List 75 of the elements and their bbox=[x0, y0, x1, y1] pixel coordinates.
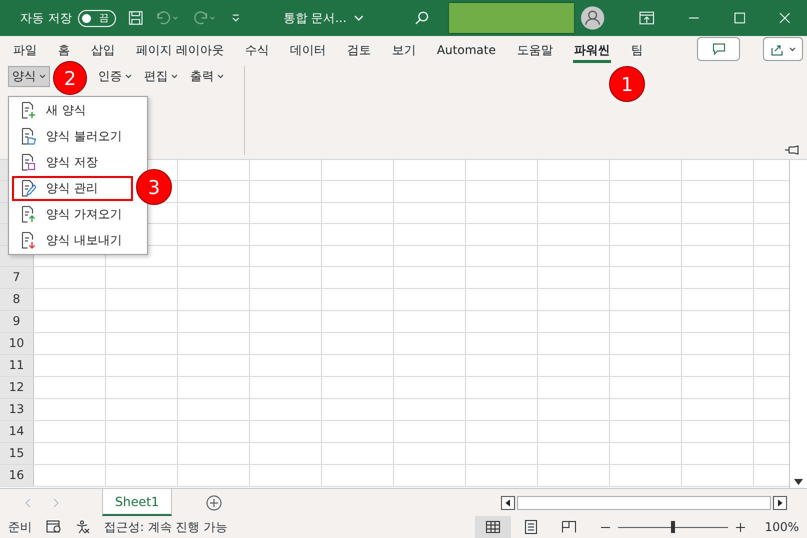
sheet-tab[interactable]: Sheet1 bbox=[102, 488, 172, 516]
menu-item[interactable]: 양식 가져오기 bbox=[12, 202, 133, 227]
ribbon-tab[interactable]: 파워씬 bbox=[572, 38, 611, 62]
caret-icon bbox=[217, 74, 224, 79]
menu-item[interactable]: 양식 불러오기 bbox=[12, 124, 133, 149]
share-icon bbox=[770, 42, 784, 56]
share-button[interactable] bbox=[763, 37, 803, 61]
ribbon-tab[interactable]: 수식 bbox=[244, 38, 270, 62]
search-box[interactable] bbox=[448, 2, 576, 34]
document-icon bbox=[22, 180, 36, 197]
customize-icon[interactable] bbox=[230, 12, 242, 24]
ribbon-tab[interactable]: 보기 bbox=[390, 38, 417, 62]
ribbon-tab[interactable]: 파일 bbox=[12, 38, 38, 62]
step-badge: 1 bbox=[609, 66, 645, 102]
document-icon bbox=[22, 232, 36, 249]
ribbon-tab[interactable]: 검토 bbox=[346, 38, 372, 62]
document-icon bbox=[22, 154, 36, 171]
pin-icon[interactable] bbox=[785, 145, 801, 155]
menu-item[interactable]: 양식 관리 bbox=[12, 176, 133, 201]
zoom-in-icon[interactable] bbox=[736, 522, 745, 532]
caret-icon bbox=[171, 74, 178, 79]
undo-icon[interactable] bbox=[155, 10, 180, 26]
document-icon bbox=[22, 128, 36, 145]
ribbon-tab[interactable]: 삽입 bbox=[90, 38, 116, 62]
row-header[interactable]: 9 bbox=[0, 310, 34, 332]
caret-icon bbox=[788, 46, 796, 52]
ribbon-tab[interactable]: 팀 bbox=[630, 38, 644, 62]
scroll-left-icon[interactable] bbox=[24, 498, 32, 508]
search-icon[interactable] bbox=[414, 10, 430, 26]
step-badge: 2 bbox=[53, 61, 87, 95]
menu-item[interactable]: 양식 내보내기 bbox=[12, 228, 133, 253]
ribbon-display-icon[interactable] bbox=[638, 11, 654, 25]
document-icon bbox=[22, 102, 36, 119]
scroll-right-icon[interactable] bbox=[52, 498, 60, 508]
ribbon-dropdown[interactable]: 인증 bbox=[94, 66, 136, 87]
zoom-percent[interactable]: 100% bbox=[764, 520, 799, 534]
maximize-icon[interactable] bbox=[734, 12, 746, 24]
autosave-label: 자동 저장 bbox=[20, 10, 72, 26]
row-header[interactable]: 12 bbox=[0, 376, 34, 398]
row-header[interactable]: 13 bbox=[0, 398, 34, 420]
row-header[interactable]: 15 bbox=[0, 442, 34, 464]
macro-icon[interactable] bbox=[46, 520, 62, 534]
add-sheet-icon[interactable] bbox=[206, 494, 222, 510]
row-header[interactable]: 8 bbox=[0, 288, 34, 310]
menu-item[interactable]: 양식 저장 bbox=[12, 150, 133, 175]
down-arrow-icon[interactable] bbox=[794, 479, 803, 485]
row-header[interactable]: 7 bbox=[0, 266, 34, 288]
menu-item[interactable]: 새 양식 bbox=[12, 98, 133, 123]
caret-icon bbox=[39, 74, 46, 79]
save-icon[interactable] bbox=[128, 10, 144, 26]
document-icon bbox=[22, 206, 36, 223]
horizontal-scrollbar[interactable] bbox=[517, 496, 771, 510]
status-text: 준비 bbox=[8, 518, 32, 536]
document-title[interactable]: 통합 문서... bbox=[283, 10, 347, 26]
ribbon-tab[interactable]: 페이지 레이아웃 bbox=[135, 38, 225, 62]
ribbon-dropdown[interactable]: 편집 bbox=[140, 66, 182, 87]
comments-button[interactable] bbox=[697, 37, 740, 61]
ribbon-tab[interactable]: 데이터 bbox=[288, 38, 327, 62]
accessibility-icon[interactable] bbox=[76, 520, 90, 534]
row-header[interactable]: 10 bbox=[0, 332, 34, 354]
autosave-toggle[interactable]: 끔 bbox=[78, 10, 116, 26]
accessibility-status[interactable]: 접근성: 계속 진행 가능 bbox=[104, 518, 228, 536]
row-header[interactable]: 11 bbox=[0, 354, 34, 376]
comment-icon bbox=[712, 42, 726, 56]
caret-icon bbox=[125, 74, 132, 79]
avatar-icon[interactable] bbox=[581, 6, 605, 30]
ribbon-tab[interactable]: 도움말 bbox=[516, 38, 554, 62]
ribbon-dropdown[interactable]: 양식 bbox=[8, 66, 50, 87]
ribbon-tab[interactable]: 홈 bbox=[57, 38, 71, 62]
ribbon-tab[interactable]: Automate bbox=[436, 40, 497, 61]
row-header[interactable]: 14 bbox=[0, 420, 34, 442]
close-icon[interactable] bbox=[779, 12, 791, 24]
ribbon-dropdown[interactable]: 출력 bbox=[186, 66, 228, 87]
row-header[interactable]: 16 bbox=[0, 464, 34, 486]
normal-view-icon[interactable] bbox=[474, 516, 511, 538]
